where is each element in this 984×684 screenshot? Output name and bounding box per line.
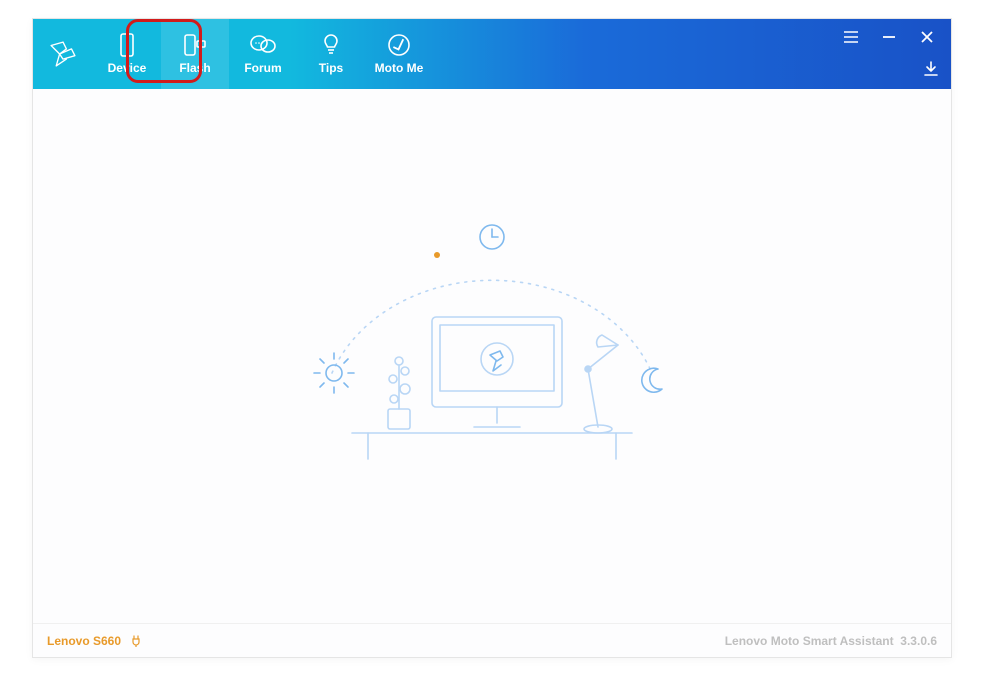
status-device: Lenovo S660	[47, 634, 142, 648]
plug-icon	[130, 635, 142, 647]
nav-label: Forum	[244, 61, 281, 75]
device-model-label: Lenovo S660	[47, 634, 121, 648]
nav-tips[interactable]: Tips	[297, 19, 365, 89]
nav-device[interactable]: Device	[93, 19, 161, 89]
hummingbird-icon	[46, 37, 80, 71]
device-icon	[119, 33, 135, 57]
app-window: Device Flash Forum Tips	[32, 18, 952, 658]
nav-flash[interactable]: Flash	[161, 19, 229, 89]
app-logo	[33, 19, 93, 89]
desk-illustration	[292, 213, 692, 473]
forum-icon	[250, 33, 276, 57]
nav-motome[interactable]: Moto Me	[365, 19, 433, 89]
statusbar: Lenovo S660 Lenovo Moto Smart Assistant …	[33, 623, 951, 657]
nav-label: Device	[108, 61, 147, 75]
titlebar: Device Flash Forum Tips	[33, 19, 951, 89]
nav: Device Flash Forum Tips	[93, 19, 433, 89]
content-area	[33, 89, 951, 623]
status-app: Lenovo Moto Smart Assistant 3.3.0.6	[725, 634, 937, 648]
download-button[interactable]	[923, 61, 939, 82]
flash-icon	[183, 33, 207, 57]
nav-label: Flash	[179, 61, 210, 75]
motome-icon	[387, 33, 411, 57]
nav-label: Tips	[319, 61, 343, 75]
nav-label: Moto Me	[375, 61, 424, 75]
minimize-button[interactable]	[881, 29, 897, 45]
close-button[interactable]	[919, 29, 935, 45]
window-controls	[843, 19, 945, 55]
app-name-label: Lenovo Moto Smart Assistant	[725, 634, 894, 648]
menu-button[interactable]	[843, 29, 859, 45]
nav-forum[interactable]: Forum	[229, 19, 297, 89]
tips-icon	[322, 33, 340, 57]
app-version-label: 3.3.0.6	[900, 634, 937, 648]
